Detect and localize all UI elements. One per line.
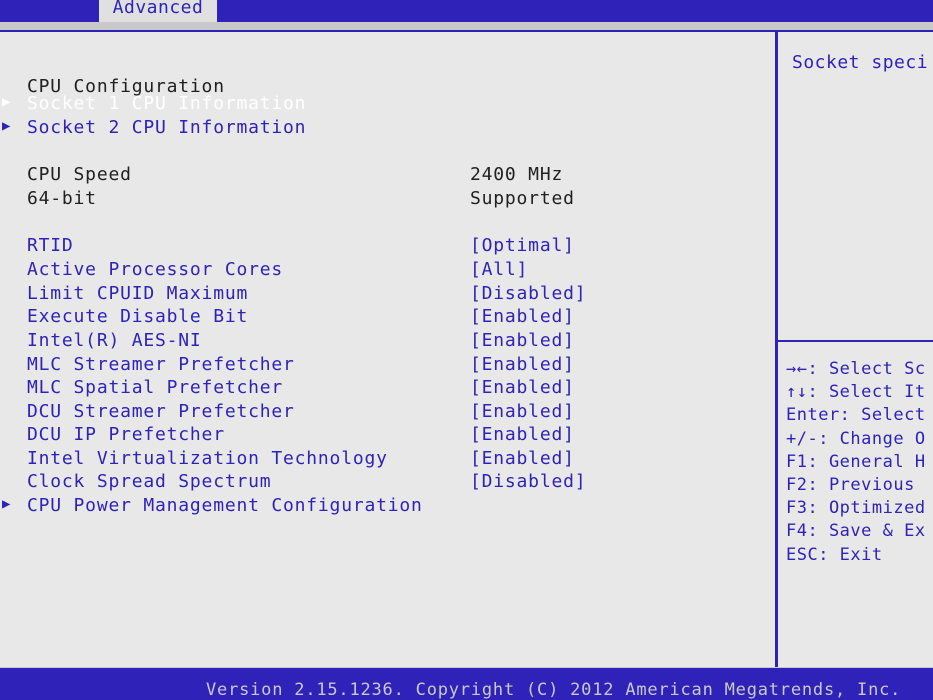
setting-label: DCU Streamer Prefetcher [27, 401, 295, 422]
key-hint-change-option: +/-: Change O [786, 428, 926, 449]
key-hint-general-help: F1: General H [786, 451, 926, 472]
setting-label: RTID [27, 235, 74, 256]
setting-label: Active Processor Cores [27, 259, 284, 280]
triangle-right-icon: ▶ [2, 94, 12, 110]
setting-value[interactable]: [Disabled] [470, 283, 586, 304]
submenu-label: CPU Power Management Configuration [27, 495, 423, 516]
setting-row-dcu-ip-prefetcher[interactable]: DCU IP Prefetcher [Enabled] [0, 424, 775, 446]
setting-row-dcu-streamer-prefetcher[interactable]: DCU Streamer Prefetcher [Enabled] [0, 401, 775, 423]
key-hint-select-screen: →←: Select Sc [786, 359, 926, 379]
key-hint-save-exit: F4: Save & Ex [786, 521, 926, 542]
setting-row-active-processor-cores[interactable]: Active Processor Cores [All] [0, 259, 775, 281]
setting-value[interactable]: [Enabled] [470, 424, 575, 445]
socket-2-cpu-information-item[interactable]: ▶ Socket 2 CPU Information [0, 117, 775, 139]
setting-value[interactable]: [Enabled] [470, 306, 575, 327]
submenu-label: Socket 1 CPU Information [27, 93, 307, 114]
triangle-right-icon: ▶ [2, 496, 12, 512]
main-settings-panel: CPU Configuration ▶ Socket 1 CPU Informa… [0, 30, 778, 667]
setting-value[interactable]: [Enabled] [470, 401, 575, 422]
setting-label: Execute Disable Bit [27, 306, 249, 327]
tab-advanced[interactable]: Advanced [99, 0, 217, 22]
setting-row-rtid[interactable]: RTID [Optimal] [0, 235, 775, 257]
setting-row-mlc-spatial-prefetcher[interactable]: MLC Spatial Prefetcher [Enabled] [0, 377, 775, 399]
key-hint-escape-exit: ESC: Exit [786, 544, 883, 565]
setting-row-clock-spread-spectrum[interactable]: Clock Spread Spectrum [Disabled] [0, 471, 775, 493]
setting-value[interactable]: [Enabled] [470, 448, 575, 469]
keyboard-legend: →←: Select Sc ↑↓: Select It Enter: Selec… [786, 358, 926, 567]
cpu-speed-row: CPU Speed 2400 MHz [0, 164, 775, 186]
setting-label: MLC Spatial Prefetcher [27, 377, 284, 398]
info-label: 64-bit [27, 188, 97, 209]
setting-row-intel-virtualization-technology[interactable]: Intel Virtualization Technology [Enabled… [0, 448, 775, 470]
key-hint-select-item: ↑↓: Select It [786, 382, 926, 403]
key-hint-optimized-defaults: F3: Optimized [786, 498, 926, 519]
setting-label: Limit CPUID Maximum [27, 283, 249, 304]
info-value: Supported [470, 188, 575, 209]
setting-label: Intel(R) AES-NI [27, 330, 202, 351]
top-menu-bar: Advanced [0, 0, 933, 22]
info-label: CPU Speed [27, 164, 132, 185]
footer-bar: Version 2.15.1236. Copyright (C) 2012 Am… [0, 668, 933, 700]
cpu-power-management-configuration-item[interactable]: ▶ CPU Power Management Configuration [0, 495, 775, 517]
setting-value[interactable]: [Enabled] [470, 330, 575, 351]
setting-value[interactable]: [Enabled] [470, 354, 575, 375]
64-bit-row: 64-bit Supported [0, 188, 775, 210]
setting-value[interactable]: [Optimal] [470, 235, 575, 256]
setting-label: Intel Virtualization Technology [27, 448, 388, 469]
setting-label: MLC Streamer Prefetcher [27, 354, 295, 375]
socket-1-cpu-information-item[interactable]: ▶ Socket 1 CPU Information [0, 93, 775, 115]
triangle-right-icon: ▶ [2, 118, 12, 134]
key-hint-previous-values: F2: Previous [786, 474, 915, 495]
submenu-label: Socket 2 CPU Information [27, 117, 307, 138]
setting-label: Clock Spread Spectrum [27, 471, 272, 492]
info-value: 2400 MHz [470, 164, 564, 185]
key-hint-enter-select: Enter: Select [786, 405, 926, 426]
setting-value[interactable]: [Enabled] [470, 377, 575, 398]
version-copyright-text: Version 2.15.1236. Copyright (C) 2012 Am… [206, 680, 902, 700]
setting-row-intel-aes-ni[interactable]: Intel(R) AES-NI [Enabled] [0, 330, 775, 352]
setting-value[interactable]: [All] [470, 259, 528, 280]
help-panel: Socket speci →←: Select Sc ↑↓: Select It… [778, 30, 933, 667]
help-text: Socket speci [792, 52, 929, 73]
setting-row-mlc-streamer-prefetcher[interactable]: MLC Streamer Prefetcher [Enabled] [0, 354, 775, 376]
setting-row-execute-disable-bit[interactable]: Execute Disable Bit [Enabled] [0, 306, 775, 328]
help-divider [778, 340, 933, 342]
setting-value[interactable]: [Disabled] [470, 471, 586, 492]
setting-row-limit-cpuid-maximum[interactable]: Limit CPUID Maximum [Disabled] [0, 283, 775, 305]
setting-label: DCU IP Prefetcher [27, 424, 225, 445]
